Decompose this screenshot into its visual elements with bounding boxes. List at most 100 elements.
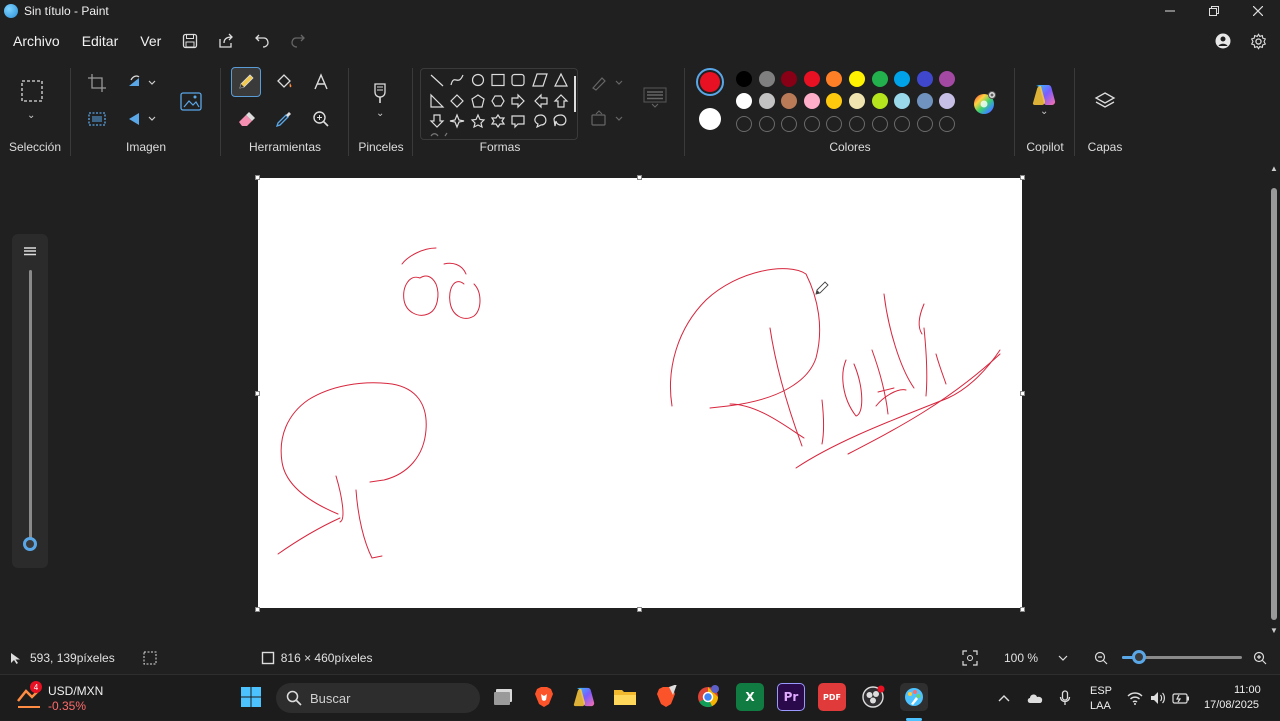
custom-color-slot[interactable]: [736, 116, 752, 132]
clock-time[interactable]: 11:00: [1234, 684, 1261, 696]
taskbar-search[interactable]: Buscar: [276, 683, 480, 713]
close-button[interactable]: [1236, 0, 1280, 22]
wifi-icon[interactable]: [1127, 691, 1143, 705]
resize-handle-top[interactable]: [637, 175, 642, 180]
taskbar-obs[interactable]: [859, 683, 887, 711]
layers-button[interactable]: [1090, 86, 1120, 116]
taskbar-task-view[interactable]: [490, 683, 518, 711]
color-swatch[interactable]: [871, 93, 888, 109]
brush-size-thumb[interactable]: [23, 537, 37, 551]
color-swatch[interactable]: [736, 93, 752, 109]
copilot-chevron-icon[interactable]: ⌄: [1040, 106, 1048, 117]
zoom-dropdown[interactable]: 100 %: [996, 646, 1076, 670]
input-language-top[interactable]: ESP: [1090, 685, 1112, 697]
share-button[interactable]: [208, 26, 244, 56]
menu-ver[interactable]: Ver: [129, 26, 172, 56]
fit-to-window-icon[interactable]: [962, 650, 978, 666]
resize-handle-top-right[interactable]: [1020, 175, 1025, 180]
restore-button[interactable]: [1192, 0, 1236, 22]
custom-color-slot[interactable]: [849, 116, 865, 132]
color-swatch[interactable]: [916, 71, 933, 87]
scroll-down-icon[interactable]: ▼: [1270, 626, 1278, 635]
select-chevron-icon[interactable]: ⌄: [27, 110, 35, 121]
resize-handle-left[interactable]: [255, 391, 260, 396]
custom-color-slot[interactable]: [916, 116, 933, 132]
color-swatch[interactable]: [803, 93, 820, 109]
color-swatch[interactable]: [916, 93, 933, 109]
fill-tool-button[interactable]: [269, 67, 299, 97]
color-swatch[interactable]: [826, 71, 843, 87]
custom-color-slot[interactable]: [871, 116, 888, 132]
resize-handle-bottom-right[interactable]: [1020, 607, 1025, 612]
taskbar-brave-beta[interactable]: [653, 683, 681, 711]
settings-button[interactable]: [1247, 30, 1269, 52]
color-swatch[interactable]: [894, 93, 911, 109]
resize-handle-top-left[interactable]: [255, 175, 260, 180]
brush-size-track[interactable]: [29, 270, 32, 544]
custom-color-slot[interactable]: [758, 116, 775, 132]
save-button[interactable]: [172, 26, 208, 56]
chevron-up-icon[interactable]: [998, 694, 1010, 702]
weather-widget[interactable]: 4 USD/MXN -0.35%: [14, 681, 124, 713]
taskbar-file-explorer[interactable]: [611, 683, 639, 711]
color-swatch[interactable]: [849, 71, 865, 87]
taskbar-brave[interactable]: [530, 683, 558, 711]
taskbar-excel[interactable]: X: [736, 683, 764, 711]
resize-handle-bottom[interactable]: [637, 607, 642, 612]
volume-icon[interactable]: [1150, 691, 1166, 705]
taskbar-pdf[interactable]: PDF: [818, 683, 846, 711]
color-picker-button[interactable]: [269, 104, 299, 134]
brushes-chevron-icon[interactable]: ⌄: [376, 108, 384, 119]
taskbar-paint[interactable]: [900, 683, 928, 711]
zoom-out-icon[interactable]: [1094, 651, 1108, 665]
menu-archivo[interactable]: Archivo: [2, 26, 71, 56]
color-swatch[interactable]: [894, 71, 911, 87]
taskbar-premiere[interactable]: Pr: [777, 683, 805, 711]
custom-color-slot[interactable]: [781, 116, 798, 132]
color-swatch[interactable]: [758, 93, 775, 109]
zoom-slider-track[interactable]: [1122, 650, 1242, 664]
pencil-tool-button[interactable]: [231, 67, 261, 97]
color-swatch[interactable]: [849, 93, 865, 109]
color-swatch[interactable]: [758, 71, 775, 87]
outline-button[interactable]: [586, 68, 630, 98]
account-button[interactable]: [1212, 30, 1234, 52]
undo-button[interactable]: [244, 26, 280, 56]
battery-icon[interactable]: [1172, 691, 1190, 705]
custom-color-slot[interactable]: [803, 116, 820, 132]
custom-color-slot[interactable]: [894, 116, 911, 132]
input-language-bottom[interactable]: LAA: [1090, 700, 1111, 712]
brushes-button[interactable]: [365, 78, 395, 108]
scroll-up-icon[interactable]: ▲: [1270, 164, 1278, 173]
color-swatch[interactable]: [781, 71, 798, 87]
clock-date[interactable]: 17/08/2025: [1204, 699, 1259, 711]
text-tool-button[interactable]: [306, 67, 336, 97]
custom-color-slot[interactable]: [826, 116, 843, 132]
redo-button[interactable]: [280, 26, 316, 56]
edit-colors-button[interactable]: [972, 90, 998, 116]
microphone-icon[interactable]: [1059, 690, 1071, 706]
primary-color-button[interactable]: [696, 68, 724, 96]
cloud-icon[interactable]: [1026, 692, 1044, 704]
fill-shape-button[interactable]: [586, 104, 630, 134]
vertical-scrollbar[interactable]: ▲ ▼: [1268, 164, 1280, 638]
taskbar-copilot[interactable]: [570, 683, 598, 711]
drawing-canvas[interactable]: [258, 178, 1022, 608]
shapes-scrollbar[interactable]: [574, 76, 576, 112]
flip-button[interactable]: [120, 104, 164, 134]
magnifier-button[interactable]: [306, 104, 336, 134]
color-swatch[interactable]: [826, 93, 843, 109]
eraser-tool-button[interactable]: [231, 104, 261, 134]
image-ai-button[interactable]: [176, 86, 206, 116]
color-swatch[interactable]: [939, 93, 956, 109]
vertical-scroll-thumb[interactable]: [1271, 188, 1277, 620]
select-button[interactable]: [17, 76, 47, 106]
color-swatch[interactable]: [939, 71, 956, 87]
minimize-button[interactable]: [1148, 0, 1192, 22]
rotate-button[interactable]: [120, 68, 164, 98]
color-swatch[interactable]: [736, 71, 752, 87]
line-size-button[interactable]: [640, 82, 670, 112]
taskbar-chrome[interactable]: [694, 683, 722, 711]
crop-button[interactable]: [82, 68, 112, 98]
resize-button[interactable]: [82, 104, 112, 134]
